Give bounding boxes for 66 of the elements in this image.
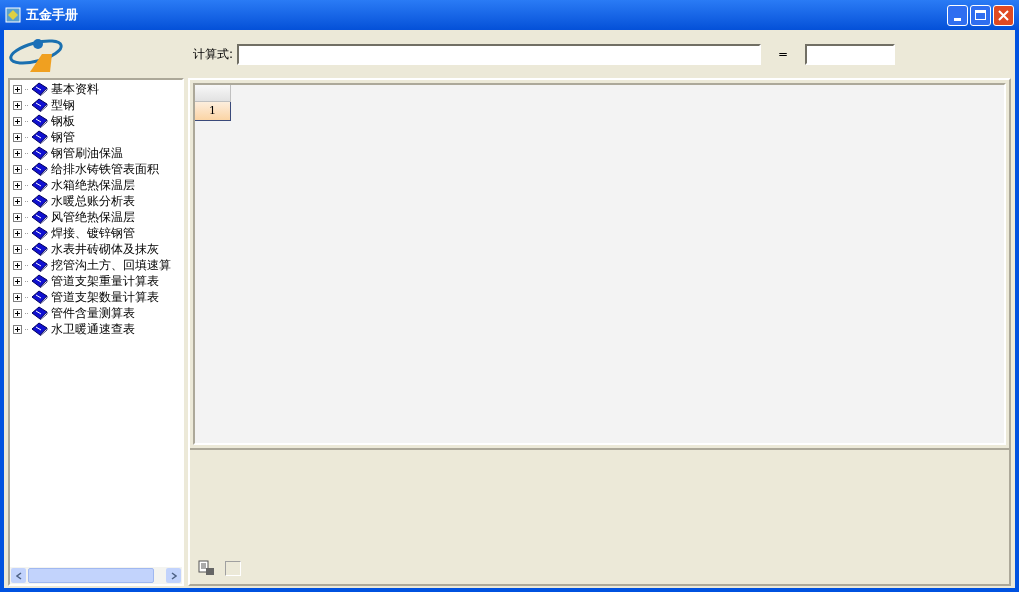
close-button[interactable]: [993, 4, 1014, 26]
expand-icon[interactable]: [13, 180, 22, 190]
row-header[interactable]: 1: [195, 102, 231, 121]
horizontal-scrollbar[interactable]: [10, 567, 182, 584]
tree-item[interactable]: 钢管: [51, 130, 75, 144]
expand-icon[interactable]: [13, 116, 22, 126]
copy-icon[interactable]: [198, 560, 215, 576]
book-icon: [31, 274, 48, 288]
expand-icon[interactable]: [13, 260, 22, 270]
expand-icon[interactable]: [13, 84, 22, 94]
expand-icon[interactable]: [13, 228, 22, 238]
book-icon: [31, 194, 48, 208]
grid-corner: [195, 85, 231, 102]
book-icon: [31, 98, 48, 112]
book-icon: [31, 226, 48, 240]
tree-item[interactable]: 型钢: [51, 98, 75, 112]
tree-item[interactable]: 水卫暖通速查表: [51, 322, 135, 336]
expand-icon[interactable]: [13, 292, 22, 302]
expand-icon[interactable]: [13, 100, 22, 110]
book-icon: [31, 210, 48, 224]
tree-item[interactable]: 水箱绝热保温层: [51, 178, 135, 192]
book-icon: [31, 290, 48, 304]
maximize-button[interactable]: [970, 4, 991, 26]
tree-item[interactable]: 基本资料: [51, 82, 99, 96]
tree-item[interactable]: 给排水铸铁管表面积: [51, 162, 159, 176]
book-icon: [31, 306, 48, 320]
minimize-button[interactable]: [947, 4, 968, 26]
window-title: 五金手册: [26, 6, 78, 25]
tree-item[interactable]: 风管绝热保温层: [51, 210, 135, 224]
equals-sign: =: [778, 46, 789, 63]
scroll-right-icon[interactable]: [166, 568, 181, 583]
result-field[interactable]: [805, 43, 896, 65]
checkbox[interactable]: [225, 561, 241, 576]
expand-icon[interactable]: [13, 164, 22, 174]
expand-icon[interactable]: [13, 324, 22, 334]
expand-icon[interactable]: [13, 308, 22, 318]
tree-item[interactable]: 管道支架重量计算表: [51, 274, 159, 288]
tree-item[interactable]: 水暖总账分析表: [51, 194, 135, 208]
expand-icon[interactable]: [13, 196, 22, 206]
close-icon: [998, 9, 1009, 21]
expand-icon[interactable]: [13, 148, 22, 158]
scroll-left-icon[interactable]: [11, 568, 26, 583]
book-icon: [31, 82, 48, 96]
tree-item[interactable]: 挖管沟土方、回填速算: [51, 258, 171, 272]
book-icon: [31, 146, 48, 160]
book-icon: [31, 178, 48, 192]
tree-item[interactable]: 管道支架数量计算表: [51, 290, 159, 304]
expand-icon[interactable]: [13, 212, 22, 222]
book-icon: [31, 114, 48, 128]
formula-field[interactable]: [237, 43, 762, 65]
formula-label: 计算式:: [193, 46, 234, 63]
tree-item[interactable]: 钢板: [51, 114, 75, 128]
app-icon: [5, 7, 21, 23]
book-icon: [31, 130, 48, 144]
book-icon: [31, 242, 48, 256]
book-icon: [31, 258, 48, 272]
expand-icon[interactable]: [13, 276, 22, 286]
tree-item[interactable]: 焊接、镀锌钢管: [51, 226, 135, 240]
book-icon: [31, 162, 48, 176]
tree-item[interactable]: 钢管刷油保温: [51, 146, 123, 160]
tree-item[interactable]: 管件含量测算表: [51, 306, 135, 320]
scroll-thumb[interactable]: [28, 568, 154, 583]
book-icon: [31, 322, 48, 336]
expand-icon[interactable]: [13, 244, 22, 254]
tree-item[interactable]: 水表井砖砌体及抹灰: [51, 242, 159, 256]
expand-icon[interactable]: [13, 132, 22, 142]
